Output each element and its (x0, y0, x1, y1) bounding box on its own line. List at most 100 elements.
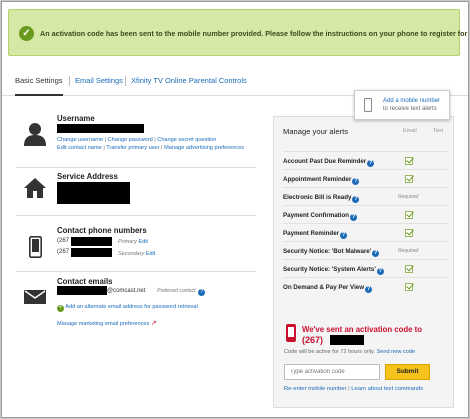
alert-checkbox[interactable] (405, 211, 413, 219)
alert-row: Security Notice: 'Bot Malware'? Required (283, 241, 448, 259)
primary-label: Primary (118, 239, 137, 245)
alert-row: On Demand & Pay Per View? (283, 277, 448, 295)
manage-alerts-panel: Manage your alerts Email Text Account Pa… (273, 116, 454, 320)
user-icon (24, 123, 46, 146)
alert-label: Payment Confirmation? (283, 212, 358, 221)
banner-message: An activation code has been sent to the … (40, 29, 469, 38)
redacted-address (57, 182, 130, 204)
email-column-header: Email (403, 128, 417, 134)
add-mobile-tooltip: Add a mobile number to receive text aler… (354, 90, 450, 120)
alert-row: Payment Confirmation? (283, 205, 448, 223)
help-icon[interactable]: ? (340, 232, 348, 239)
contact-phones-title: Contact phone numbers (57, 226, 147, 235)
help-icon[interactable]: ? (198, 289, 206, 296)
activation-panel: We've sent an activation code to (267) C… (273, 316, 454, 408)
secondary-phone-row: (267 (57, 249, 69, 255)
active-tab-indicator (15, 94, 63, 96)
secondary-phone-meta: Secondary Edit (118, 251, 155, 257)
manage-marketing-row: Manage marketing email preferences ↗ (57, 319, 157, 327)
activation-code-input[interactable] (284, 364, 380, 380)
alert-checkbox[interactable] (405, 283, 413, 291)
alert-row: Electronic Bill is Ready? Required (283, 187, 448, 205)
phone-icon (29, 236, 42, 258)
change-username-link[interactable]: Change username (57, 137, 103, 143)
primary-phone-row: (267 (57, 238, 69, 244)
alert-row: Security Notice: 'System Alerts'? (283, 259, 448, 277)
primary-phone-meta: Primary Edit (118, 239, 148, 245)
redacted-secondary-phone (71, 248, 112, 257)
activation-number-prefix: (267) (302, 335, 324, 345)
username-title: Username (57, 114, 95, 123)
email-domain: @comcast.net (107, 288, 146, 294)
contact-phones-section: Contact phone numbers (267 Primary Edit … (16, 216, 256, 272)
home-icon (24, 178, 46, 198)
mobile-phone-icon (364, 98, 372, 112)
learn-text-commands-link[interactable]: Learn about text commands (351, 386, 423, 392)
alert-label: Electronic Bill is Ready? (283, 194, 360, 203)
tab-basic-settings[interactable]: Basic Settings (15, 76, 63, 85)
username-section: Username Change username | Change passwo… (16, 110, 256, 168)
alert-label: Security Notice: 'Bot Malware'? (283, 248, 380, 257)
alerts-title: Manage your alerts (283, 127, 349, 136)
text-column-header: Text (433, 128, 444, 134)
activation-heading: We've sent an activation code to (302, 325, 422, 334)
settings-window: ✓ An activation code has been sent to th… (1, 1, 469, 418)
manage-advertising-link[interactable]: Manage advertising preferences (164, 145, 244, 151)
contact-emails-title: Contact emails (57, 277, 113, 286)
edit-primary-phone-link[interactable]: Edit (138, 239, 147, 245)
contact-emails-section: Contact emails @comcast.net Preferred co… (16, 272, 256, 336)
username-links-row1: Change username | Change password | Chan… (57, 137, 217, 143)
tab-divider (69, 76, 70, 86)
secondary-label: Secondary (118, 251, 145, 257)
alert-row: Account Past Due Reminder? (283, 151, 448, 169)
tooltip-subtext: to receive text alerts (383, 106, 437, 112)
submit-button[interactable]: Submit (385, 364, 430, 380)
help-icon[interactable]: ? (367, 160, 375, 167)
secondary-phone-prefix: (267 (57, 249, 70, 255)
alert-label: On Demand & Pay Per View? (283, 284, 373, 293)
change-secret-question-link[interactable]: Change secret question (157, 137, 216, 143)
mobile-alert-icon (286, 324, 296, 342)
add-alt-email-link[interactable]: Add an alternate email address for passw… (65, 304, 197, 310)
plus-circle-icon[interactable]: + (57, 305, 64, 312)
redacted-email (57, 286, 107, 295)
success-banner: ✓ An activation code has been sent to th… (8, 9, 468, 56)
required-label: Required (398, 248, 419, 254)
reenter-mobile-link[interactable]: Re-enter mobile number (284, 386, 347, 392)
help-icon[interactable]: ? (352, 196, 360, 203)
tab-email-settings[interactable]: Email Settings (75, 76, 123, 85)
help-icon[interactable]: ? (365, 286, 373, 293)
preferred-contact-label: Preferred contact (157, 288, 196, 294)
alert-label: Security Notice: 'System Alerts'? (283, 266, 384, 275)
activation-links-row: Re-enter mobile number | Learn about tex… (284, 386, 423, 392)
activation-note-row: Code will be active for 72 hours only. S… (284, 349, 415, 355)
change-password-link[interactable]: Change password (108, 137, 153, 143)
alert-label: Account Past Due Reminder? (283, 158, 375, 167)
add-alt-email-row: + Add an alternate email address for pas… (57, 304, 198, 312)
tab-divider (125, 76, 126, 86)
edit-contact-name-link[interactable]: Edit contact name (57, 145, 102, 151)
manage-marketing-link[interactable]: Manage marketing email preferences (57, 321, 149, 327)
edit-secondary-phone-link[interactable]: Edit (146, 251, 155, 257)
help-icon[interactable]: ? (376, 268, 384, 275)
alert-checkbox[interactable] (405, 229, 413, 237)
help-icon[interactable]: ? (350, 214, 358, 221)
envelope-icon (24, 290, 46, 304)
tab-parental-controls[interactable]: Xfinity TV Online Parental Controls (131, 76, 247, 85)
send-new-code-link[interactable]: Send new code (377, 349, 416, 355)
transfer-primary-user-link[interactable]: Transfer primary user (106, 145, 159, 151)
link-separator: | (348, 386, 350, 392)
service-address-title: Service Address (57, 172, 118, 181)
code-active-note: Code will be active for 72 hours only. (284, 349, 375, 355)
tooltip-add-mobile-link[interactable]: Add a mobile number (383, 98, 440, 104)
alert-checkbox[interactable] (405, 157, 413, 165)
required-label: Required (398, 194, 419, 200)
help-icon[interactable]: ? (352, 178, 360, 185)
service-address-section: Service Address (16, 168, 256, 216)
alert-checkbox[interactable] (405, 175, 413, 183)
help-icon[interactable]: ? (372, 250, 380, 257)
alert-label: Appointment Reminder? (283, 176, 360, 185)
alert-row: Appointment Reminder? (283, 169, 448, 187)
alert-checkbox[interactable] (405, 265, 413, 273)
check-circle-icon: ✓ (19, 26, 34, 41)
